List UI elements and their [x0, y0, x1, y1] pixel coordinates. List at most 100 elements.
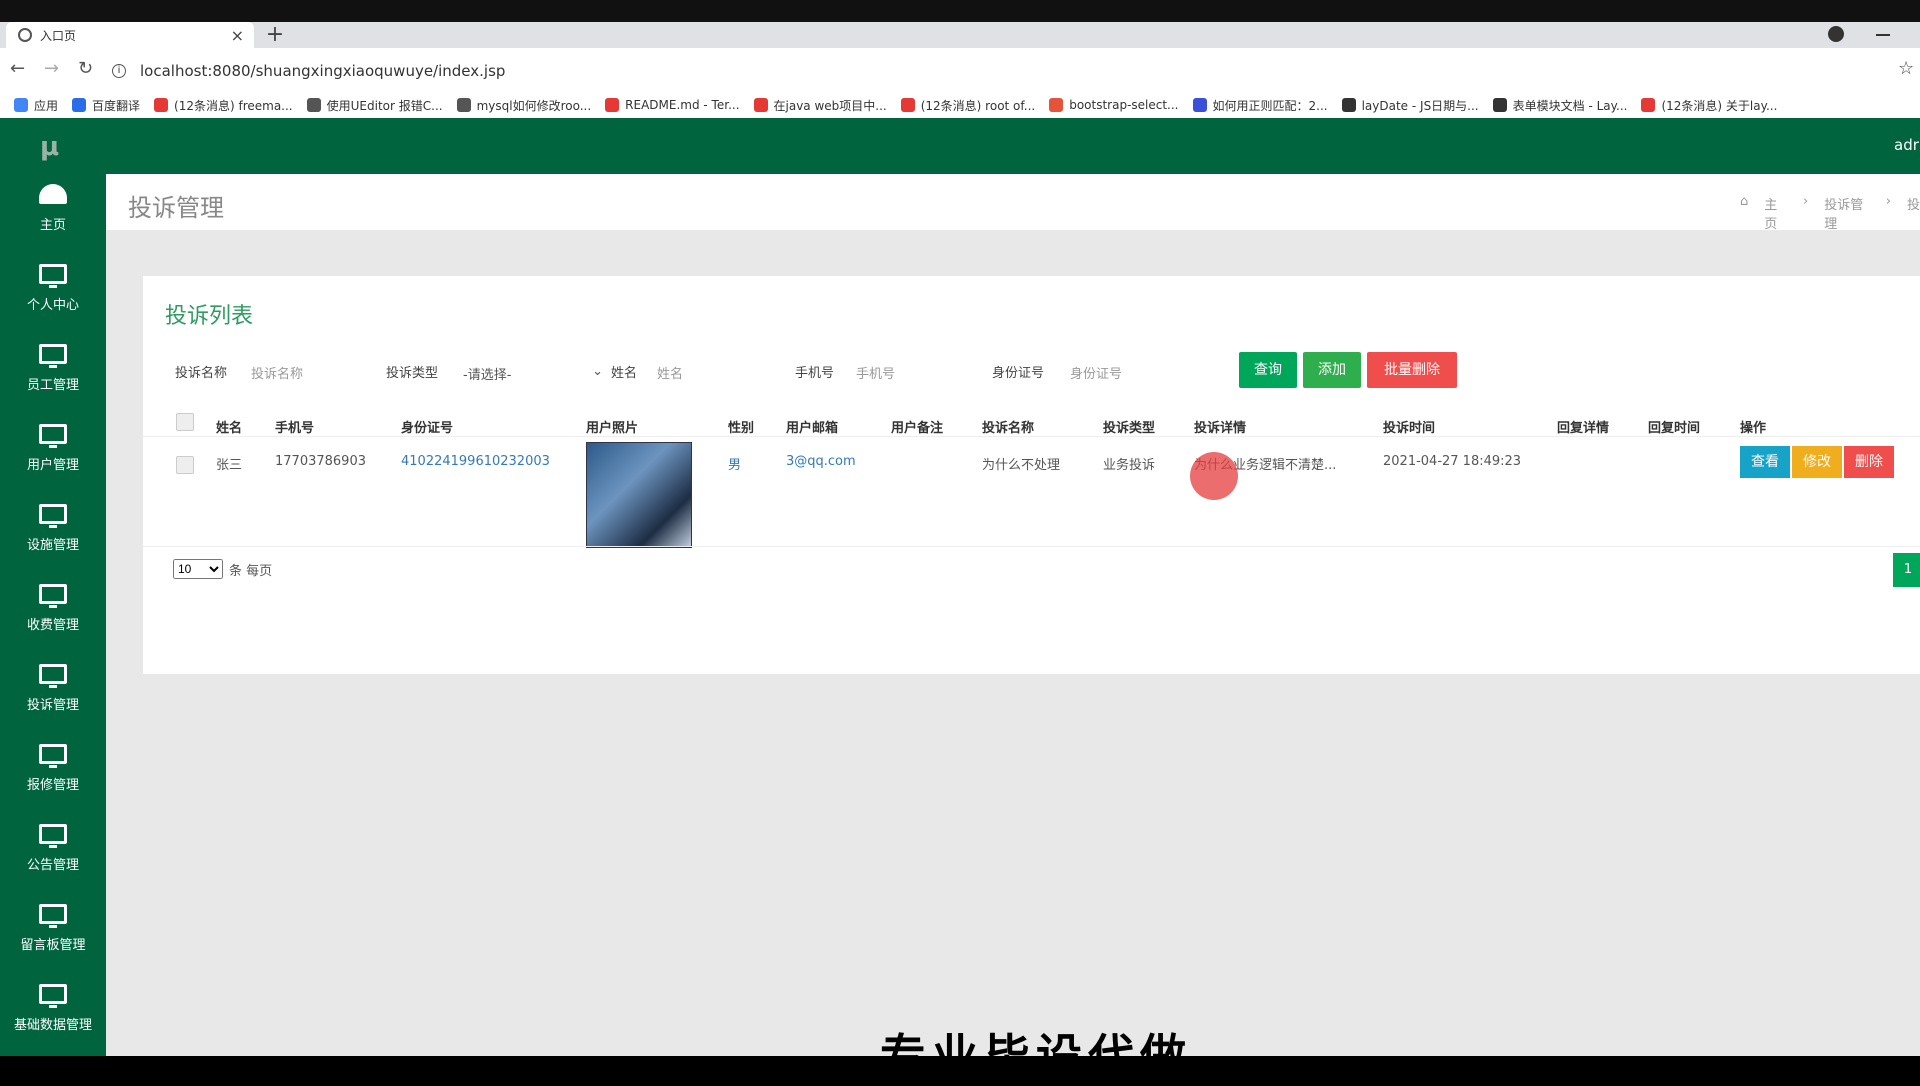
bookmark-star-icon[interactable]: ☆ [1898, 58, 1914, 79]
sidebar-item-label: 基础数据管理 [13, 1018, 92, 1033]
sidebar-item-6[interactable]: 投诉管理 [0, 664, 106, 713]
bookmark-item[interactable]: mysql如何修改roo... [456, 97, 591, 114]
info-icon[interactable]: i [112, 64, 126, 78]
back-icon[interactable]: ← [10, 58, 25, 79]
bookmark-item[interactable]: 百度翻译 [72, 97, 140, 114]
bookmark-label: layDate - JS日期与... [1361, 98, 1479, 113]
query-button[interactable]: 查询 [1239, 352, 1297, 388]
monitor-icon [39, 904, 67, 928]
bookmark-item[interactable]: 表单模块文档 - Lay... [1492, 97, 1627, 114]
sidebar-item-8[interactable]: 公告管理 [0, 824, 106, 873]
monitor-icon [39, 744, 67, 768]
sidebar-item-3[interactable]: 用户管理 [0, 424, 106, 473]
sidebar-item-0[interactable]: 主页 [0, 184, 106, 233]
column-header: 投诉类型 [1103, 421, 1156, 436]
sidebar-item-label: 留言板管理 [20, 938, 86, 953]
forward-icon[interactable]: → [44, 58, 59, 79]
row-checkbox[interactable] [176, 456, 194, 474]
reload-icon[interactable]: ↻ [78, 58, 93, 79]
sidebar-item-2[interactable]: 员工管理 [0, 344, 106, 393]
add-button[interactable]: 添加 [1303, 352, 1361, 388]
monitor-icon [39, 584, 67, 608]
monitor-icon [39, 424, 67, 448]
page-title: 投诉管理 [128, 194, 224, 222]
url-text: localhost:8080/shuangxingxiaoquwuye/inde… [140, 62, 506, 80]
complaint-name-input[interactable]: 投诉名称 [251, 363, 303, 382]
user-name[interactable]: adr [1894, 136, 1919, 154]
globe-icon [18, 28, 32, 42]
cell-email[interactable]: 3@qq.com [786, 454, 856, 469]
id-input[interactable]: 身份证号 [1070, 363, 1122, 382]
new-tab-button[interactable]: + [262, 22, 288, 48]
page-1-button[interactable]: 1 [1893, 553, 1920, 587]
name-input[interactable]: 姓名 [657, 363, 683, 382]
sidebar-item-9[interactable]: 留言板管理 [0, 904, 106, 953]
bookmark-item[interactable]: (12条消息) root of... [900, 97, 1036, 114]
sidebar-item-1[interactable]: 个人中心 [0, 264, 106, 313]
bookmark-item[interactable]: 使用UEditor 报错C... [306, 97, 443, 114]
bookmark-item[interactable]: 如何用正则匹配：2... [1192, 97, 1328, 114]
mouse-cursor-highlight [1190, 452, 1238, 500]
select-all-checkbox[interactable] [176, 413, 194, 431]
bookmark-label: (12条消息) root of... [920, 98, 1036, 113]
view-button[interactable]: 查看 [1740, 446, 1790, 478]
sidebar-item-4[interactable]: 设施管理 [0, 504, 106, 553]
edit-button[interactable]: 修改 [1792, 446, 1842, 478]
bookmark-item[interactable]: layDate - JS日期与... [1341, 97, 1479, 114]
screen-top-bar [0, 0, 1920, 22]
breadcrumb-current[interactable]: 投诉管理 [1824, 194, 1870, 232]
id-label: 身份证号 [992, 366, 1045, 381]
delete-button[interactable]: 删除 [1844, 446, 1894, 478]
monitor-icon [39, 824, 67, 848]
bookmark-label: 在java web项目中... [773, 98, 887, 113]
bookmark-label: 如何用正则匹配：2... [1212, 98, 1328, 113]
column-header: 用户备注 [891, 421, 944, 436]
bookmark-favicon-icon [605, 98, 620, 112]
cell-id-number[interactable]: 410224199610232003 [401, 454, 550, 469]
breadcrumb-tail: 投 [1906, 198, 1920, 213]
cell-gender: 男 [728, 458, 742, 473]
minimize-icon[interactable] [1876, 34, 1890, 36]
bookmark-item[interactable]: README.md - Ter... [605, 98, 740, 112]
phone-input[interactable]: 手机号 [856, 363, 895, 382]
per-page-select[interactable]: 10 [173, 559, 223, 579]
bookmark-label: 应用 [34, 98, 59, 113]
column-header: 用户照片 [586, 421, 639, 436]
url-field[interactable]: i localhost:8080/shuangxingxiaoquwuye/in… [112, 57, 1882, 85]
bookmark-favicon-icon [1192, 98, 1207, 112]
sidebar-item-label: 主页 [39, 218, 66, 233]
sidebar-item-5[interactable]: 收费管理 [0, 584, 106, 633]
breadcrumb: ⌂ 主页 › 投诉管理 › 投 [1740, 194, 1920, 232]
bookmark-item[interactable]: 应用 [14, 97, 58, 114]
bookmark-item[interactable]: (12条消息) 关于lay... [1641, 97, 1777, 114]
column-header: 性别 [728, 421, 755, 436]
tab-title: 入口页 [40, 28, 77, 43]
bookmark-item[interactable]: bootstrap-select... [1049, 98, 1179, 112]
breadcrumb-sep: › [1885, 194, 1891, 209]
browser-tab[interactable]: 入口页 × [6, 22, 254, 48]
sidebar-item-10[interactable]: 基础数据管理 [0, 984, 106, 1033]
column-header: 手机号 [275, 421, 315, 436]
bookmark-favicon-icon [1492, 98, 1507, 112]
user-photo[interactable] [586, 442, 692, 548]
bookmark-label: (12条消息) 关于lay... [1661, 98, 1778, 113]
bookmark-favicon-icon [456, 98, 471, 112]
complaint-type-select[interactable]: -请选择- ⌄ [463, 364, 603, 383]
close-icon[interactable]: × [231, 26, 244, 45]
bookmark-item[interactable]: (12条消息) freema... [154, 97, 293, 114]
top-header: μ adr [0, 118, 1920, 174]
bookmark-item[interactable]: 在java web项目中... [753, 97, 887, 114]
monitor-icon [39, 344, 67, 368]
profile-icon[interactable] [1828, 26, 1844, 42]
phone-label: 手机号 [795, 366, 835, 381]
column-header: 身份证号 [401, 421, 454, 436]
name-label: 姓名 [611, 366, 638, 381]
column-header: 操作 [1740, 421, 1767, 436]
cell-complaint-type: 业务投诉 [1103, 458, 1156, 473]
page-header: 投诉管理 ⌂ 主页 › 投诉管理 › 投 [106, 174, 1920, 232]
sidebar-item-7[interactable]: 报修管理 [0, 744, 106, 793]
bookmark-favicon-icon [306, 98, 321, 112]
column-header: 投诉名称 [982, 421, 1035, 436]
batch-delete-button[interactable]: 批量删除 [1367, 352, 1457, 388]
breadcrumb-home[interactable]: 主页 [1764, 194, 1787, 232]
